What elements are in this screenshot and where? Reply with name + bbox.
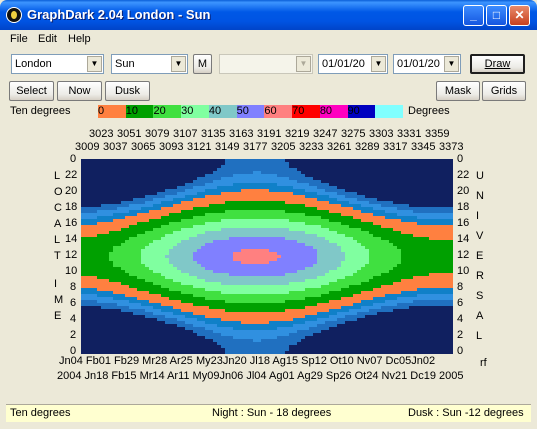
menu-file[interactable]: File [10, 33, 28, 45]
select-button[interactable]: Select [9, 81, 54, 101]
date-to-picker[interactable]: 01/01/20 ▼ [393, 54, 461, 74]
chevron-down-icon[interactable]: ▼ [371, 56, 386, 72]
date-from-picker[interactable]: 01/01/20 ▼ [318, 54, 388, 74]
legend-tick-label: 80 [319, 105, 333, 117]
maximize-button[interactable]: □ [486, 5, 507, 26]
legend-tick-label: 10 [125, 105, 138, 117]
minimize-button[interactable]: _ [463, 5, 484, 26]
chevron-down-icon[interactable]: ▼ [444, 56, 459, 72]
window-title: GraphDark 2.04 London - Sun [27, 7, 211, 22]
close-button[interactable]: ✕ [509, 5, 530, 26]
mask-button[interactable]: Mask [436, 81, 480, 101]
chevron-down-icon[interactable]: ▼ [171, 56, 186, 72]
legend-left-label: Ten degrees [10, 105, 71, 117]
body-value: Sun [115, 58, 135, 70]
legend-bar: 0 10 20 30 40 50 60 70 80 90 [98, 105, 404, 118]
legend-swatch [375, 105, 404, 118]
menu-bar: File Edit Help [4, 31, 533, 49]
legend-tick-label: 30 [181, 105, 194, 117]
legend-tick-label: 20 [153, 105, 166, 117]
chevron-down-icon[interactable]: ▼ [87, 56, 102, 72]
legend-tick-label: 70 [292, 105, 305, 117]
draw-button[interactable]: Draw [470, 54, 525, 74]
altitude-heatmap[interactable] [81, 159, 453, 354]
legend-tick-label: 90 [347, 105, 360, 117]
legend-tick-label: 40 [208, 105, 222, 117]
draw-button-label: Draw [484, 58, 511, 70]
dusk-button[interactable]: Dusk [105, 81, 150, 101]
location-value: London [15, 58, 52, 70]
menu-help[interactable]: Help [68, 33, 91, 45]
body-select[interactable]: Sun ▼ [111, 54, 188, 74]
now-button[interactable]: Now [57, 81, 102, 101]
grids-button[interactable]: Grids [482, 81, 526, 101]
menu-edit[interactable]: Edit [38, 33, 57, 45]
color-legend: Ten degrees 0 10 20 30 40 50 60 70 80 90 Degrees [6, 103, 526, 121]
location-select[interactable]: London ▼ [11, 54, 104, 74]
chevron-down-icon[interactable]: ▼ [296, 56, 311, 72]
blank-select[interactable]: ▼ [219, 54, 313, 74]
legend-tick-label: 0 [98, 105, 105, 117]
legend-right-label: Degrees [408, 105, 450, 117]
app-icon [6, 7, 22, 23]
legend-tick-label: 60 [264, 105, 277, 117]
legend-tick-label: 50 [236, 105, 249, 117]
date-to-value: 01/01/20 [397, 58, 440, 70]
date-from-value: 01/01/20 [322, 58, 365, 70]
m-button[interactable]: M [193, 54, 212, 74]
